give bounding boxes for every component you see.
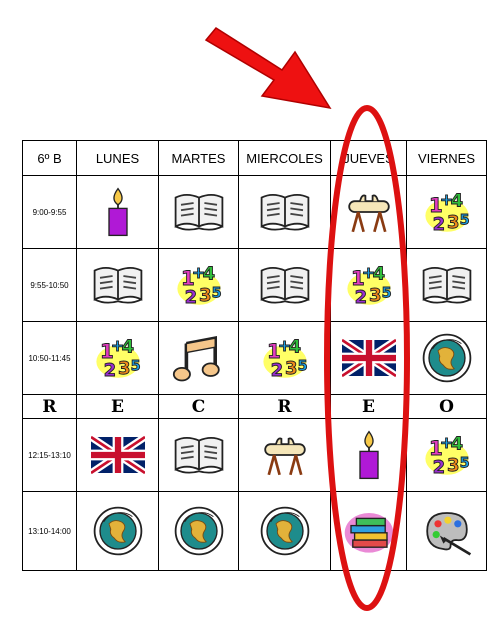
day-viernes: VIERNES — [406, 140, 487, 176]
schedule-cell — [330, 418, 407, 492]
pommel-horse-icon — [258, 428, 312, 482]
time-slot: 13:10-14:00 — [22, 491, 77, 571]
candle-icon — [91, 185, 145, 239]
schedule-cell — [238, 175, 331, 249]
candle-icon — [342, 428, 396, 482]
svg-text:2: 2 — [270, 360, 283, 381]
recreo-letter: R — [238, 394, 331, 419]
numbers-icon: 1 +4 2 3 5 — [420, 428, 474, 482]
schedule-cell — [76, 418, 159, 492]
time-slot: 10:50-11:45 — [22, 321, 77, 395]
svg-text:5: 5 — [130, 359, 140, 375]
table-row: 10:50-11:45 1 +4 2 3 5 1 +4 2 3 5 — [22, 321, 487, 395]
time-slot: 9:00-9:55 — [22, 175, 77, 249]
book-icon — [420, 258, 474, 312]
svg-text:4: 4 — [202, 264, 215, 285]
palette-icon — [420, 504, 474, 558]
svg-text:4: 4 — [372, 264, 385, 285]
schedule-cell: 1 +4 2 3 5 — [158, 248, 239, 322]
svg-text:4: 4 — [450, 191, 463, 212]
schedule-cell — [238, 418, 331, 492]
svg-text:3: 3 — [118, 358, 131, 379]
svg-text:2: 2 — [354, 287, 367, 308]
time-slot: 9:55-10:50 — [22, 248, 77, 322]
numbers-icon: 1 +4 2 3 5 — [342, 258, 396, 312]
svg-text:4: 4 — [450, 434, 463, 455]
svg-text:2: 2 — [184, 287, 197, 308]
schedule-cell — [158, 175, 239, 249]
books-stack-icon — [342, 504, 396, 558]
schedule-cell — [76, 175, 159, 249]
recreo-letter: R — [22, 394, 77, 419]
schedule-cell: 1 +4 2 3 5 — [76, 321, 159, 395]
recreo-letter: E — [330, 394, 407, 419]
globe-icon — [420, 331, 474, 385]
numbers-icon: 1 +4 2 3 5 — [420, 185, 474, 239]
svg-text:5: 5 — [211, 286, 221, 302]
schedule-cell — [406, 248, 487, 322]
svg-text:3: 3 — [285, 358, 298, 379]
schedule-cell — [406, 491, 487, 571]
book-icon — [172, 185, 226, 239]
table-row: 13:10-14:00 — [22, 491, 487, 571]
schedule-cell: 1 +4 2 3 5 — [406, 418, 487, 492]
schedule-cell — [330, 321, 407, 395]
svg-text:3: 3 — [369, 285, 382, 306]
globe-icon — [258, 504, 312, 558]
music-note-icon — [172, 331, 226, 385]
pommel-horse-icon — [342, 185, 396, 239]
schedule-table: 6º B LUNES MARTES MIERCOLES JUEVES VIERN… — [22, 140, 487, 571]
uk-flag-icon — [88, 428, 147, 482]
schedule-cell — [76, 491, 159, 571]
svg-text:3: 3 — [199, 285, 212, 306]
book-icon — [172, 428, 226, 482]
recreo-letter: E — [76, 394, 159, 419]
schedule-cell — [238, 248, 331, 322]
numbers-icon: 1 +4 2 3 5 — [258, 331, 312, 385]
table-row: 9:00-9:55 1 +4 2 3 5 — [22, 175, 487, 249]
table-row: 9:55-10:50 1 +4 2 3 5 1 +4 2 3 5 — [22, 248, 487, 322]
uk-flag-icon — [339, 331, 398, 385]
svg-text:3: 3 — [447, 212, 460, 233]
recreo-letter: C — [158, 394, 239, 419]
schedule-cell: 1 +4 2 3 5 — [238, 321, 331, 395]
schedule-cell — [76, 248, 159, 322]
svg-text:3: 3 — [447, 455, 460, 476]
day-lunes: LUNES — [76, 140, 159, 176]
schedule-cell — [330, 175, 407, 249]
schedule-cell: 1 +4 2 3 5 — [406, 175, 487, 249]
book-icon — [258, 185, 312, 239]
globe-icon — [172, 504, 226, 558]
svg-text:5: 5 — [459, 213, 469, 229]
day-miercoles: MIERCOLES — [238, 140, 331, 176]
svg-text:4: 4 — [288, 337, 301, 358]
schedule-cell — [330, 491, 407, 571]
schedule-cell — [158, 491, 239, 571]
svg-text:5: 5 — [381, 286, 391, 302]
recreo-row: R E C R E O — [22, 394, 487, 419]
svg-text:4: 4 — [121, 337, 134, 358]
svg-text:2: 2 — [432, 214, 445, 235]
recreo-letter: O — [406, 394, 487, 419]
svg-text:2: 2 — [103, 360, 116, 381]
day-jueves: JUEVES — [330, 140, 407, 176]
globe-icon — [91, 504, 145, 558]
day-martes: MARTES — [158, 140, 239, 176]
numbers-icon: 1 +4 2 3 5 — [91, 331, 145, 385]
numbers-icon: 1 +4 2 3 5 — [172, 258, 226, 312]
schedule-cell — [158, 418, 239, 492]
book-icon — [258, 258, 312, 312]
svg-text:2: 2 — [432, 457, 445, 478]
schedule-cell — [158, 321, 239, 395]
book-icon — [91, 258, 145, 312]
schedule-cell — [238, 491, 331, 571]
class-label: 6º B — [22, 140, 77, 176]
svg-text:5: 5 — [297, 359, 307, 375]
schedule-cell — [406, 321, 487, 395]
svg-text:5: 5 — [459, 456, 469, 472]
time-slot: 12:15-13:10 — [22, 418, 77, 492]
header-row: 6º B LUNES MARTES MIERCOLES JUEVES VIERN… — [22, 140, 487, 176]
table-row: 12:15-13:10 1 +4 2 3 5 — [22, 418, 487, 492]
schedule-cell: 1 +4 2 3 5 — [330, 248, 407, 322]
